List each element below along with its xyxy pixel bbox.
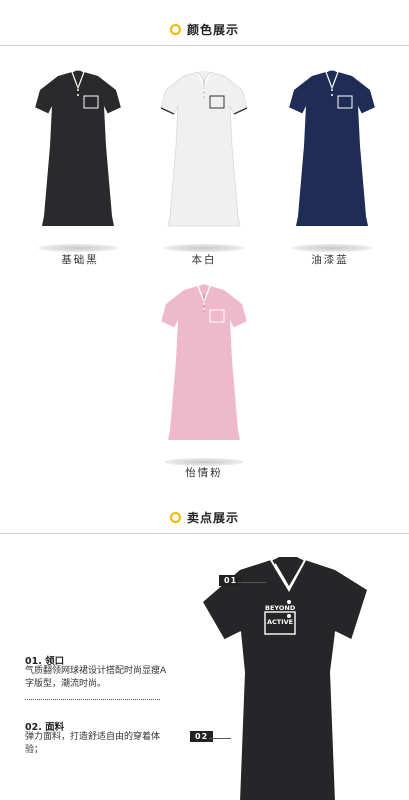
caption-pink: 怡情粉 <box>185 467 223 479</box>
features-section-title: 卖点展示 <box>186 510 239 525</box>
product-white[interactable] <box>154 66 254 256</box>
colors-section-header: 颜色展示 <box>0 18 409 40</box>
feature-tag-02: 02 <box>190 731 214 742</box>
product-black[interactable] <box>28 66 128 256</box>
product-shadow <box>164 244 244 252</box>
featured-dress-image: BEYOND ACTIVE <box>203 555 367 800</box>
circle-icon <box>169 23 181 35</box>
product-pink[interactable] <box>154 280 254 470</box>
section-divider <box>0 533 409 534</box>
dress-image-black <box>28 66 128 256</box>
leader-line-02 <box>209 738 231 739</box>
caption-black: 基础黑 <box>61 254 99 266</box>
colors-section-title: 颜色展示 <box>186 22 239 37</box>
feature-divider <box>25 699 160 700</box>
chest-print-line-2: ACTIVE <box>267 618 293 626</box>
caption-navy: 油漆蓝 <box>311 254 349 266</box>
dress-image-navy <box>282 66 382 256</box>
product-navy[interactable] <box>282 66 382 256</box>
product-shadow <box>292 244 372 252</box>
dress-image-white <box>154 66 254 256</box>
feature-02-text: 弹力面料，打造舒适自由的穿着体验； <box>25 732 161 755</box>
caption-white: 本白 <box>191 254 217 266</box>
chest-print-line-1: BEYOND <box>265 604 296 612</box>
feature-tag-01: 01 <box>219 575 243 586</box>
leader-line-01 <box>238 582 266 583</box>
circle-icon <box>169 511 181 523</box>
dress-image-pink <box>154 280 254 470</box>
product-shadow <box>38 244 118 252</box>
features-section-header: 卖点展示 <box>0 506 409 528</box>
section-divider <box>0 45 409 46</box>
feature-01-text: 气质翻领网球裙设计搭配时尚显瘦A字版型，潮流时尚。 <box>25 666 167 689</box>
